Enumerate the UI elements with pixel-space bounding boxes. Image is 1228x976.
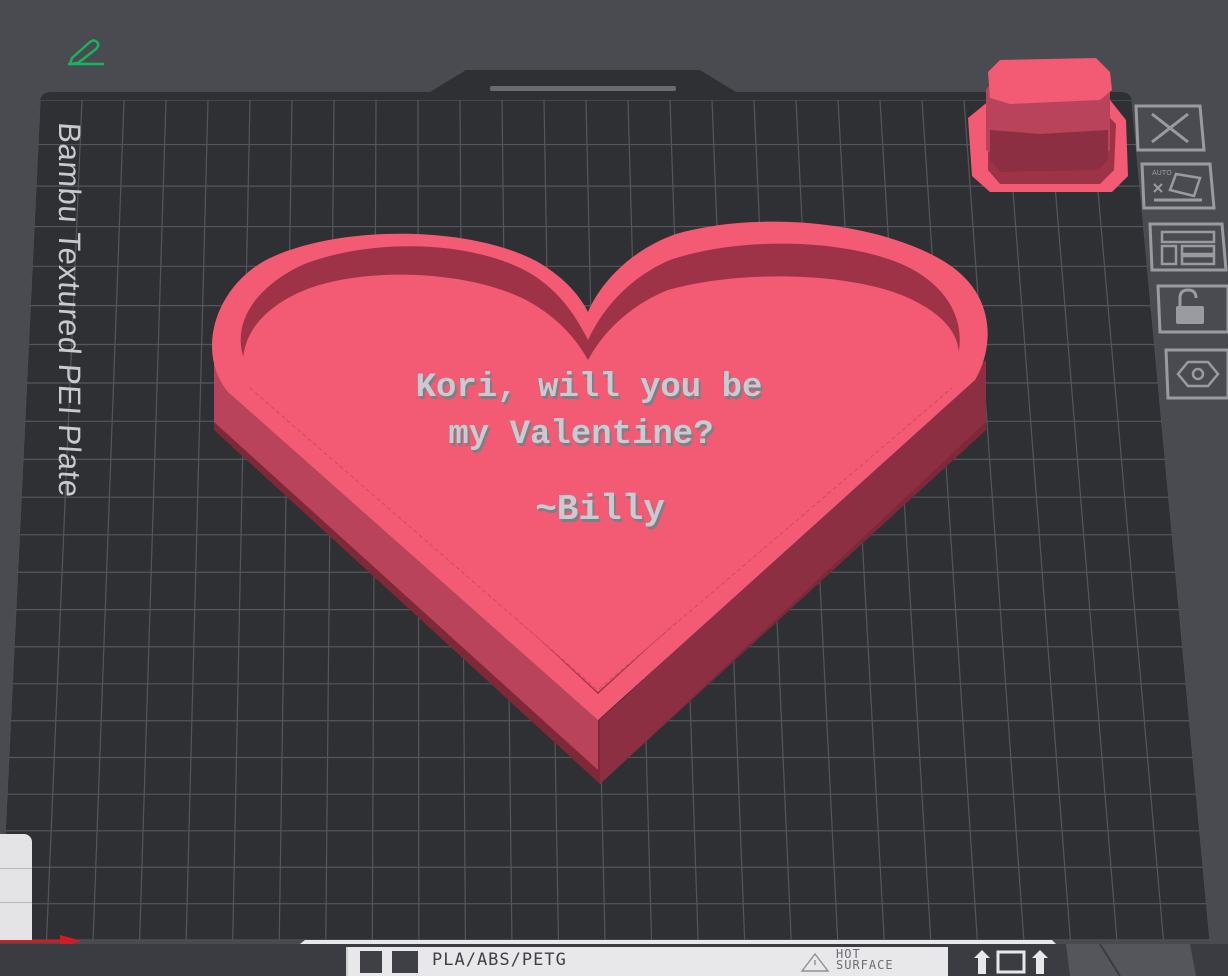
message-line1: Kori, will you be <box>416 369 763 407</box>
message-line2: my Valentine? <box>448 416 713 454</box>
edit-pencil-icon[interactable] <box>66 38 106 66</box>
plate-label-text: Bambu Textured PEI Plate <box>52 121 87 499</box>
close-icon[interactable] <box>1134 104 1206 152</box>
warning-icon <box>800 952 830 972</box>
auto-orient-icon[interactable]: AUTO <box>1140 162 1216 212</box>
left-side-tab[interactable] <box>0 834 32 940</box>
svg-text:AUTO: AUTO <box>1152 169 1172 177</box>
arrange-icon[interactable] <box>1148 222 1228 274</box>
signature: ~Billy <box>535 489 665 530</box>
wipe-tower-model[interactable] <box>968 58 1128 192</box>
lock-icon[interactable] <box>1156 284 1228 336</box>
hot-surface-warning: HOT SURFACE <box>836 948 894 972</box>
bottom-tab <box>1066 944 1196 976</box>
hot-surface-line2: SURFACE <box>836 958 894 972</box>
3d-viewport[interactable]: Kori, will you be Kori, will you be my V… <box>0 0 1228 976</box>
hexagon-icon[interactable] <box>1164 348 1228 402</box>
plate-label: Bambu Textured PEI Plate <box>34 120 104 500</box>
plate-lift-icons <box>974 950 1048 974</box>
qr-code-icon <box>360 951 382 973</box>
data-matrix-icon <box>392 951 418 973</box>
material-label: PLA/ABS/PETG <box>432 950 567 970</box>
plate-info-bar: PLA/ABS/PETG HOT SURFACE <box>346 947 948 976</box>
